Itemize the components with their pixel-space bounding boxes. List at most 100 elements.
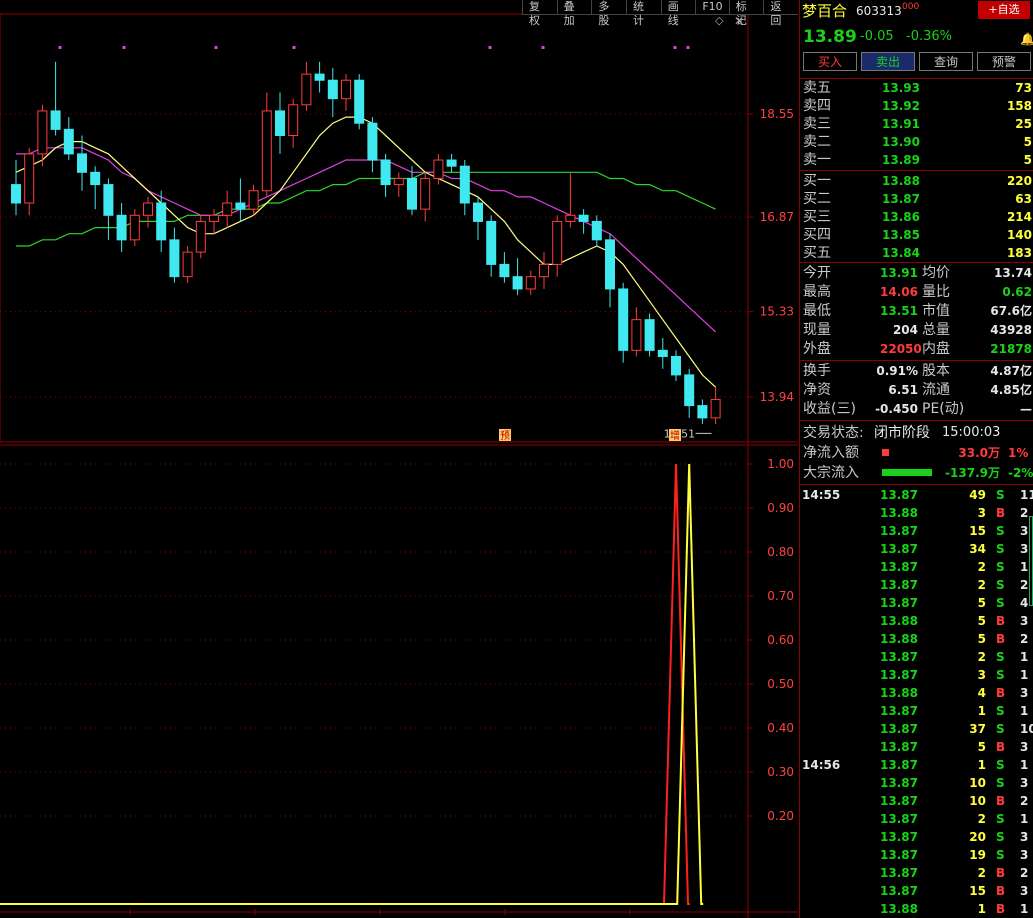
candle[interactable] [24,147,35,216]
candle[interactable] [671,350,681,382]
candle[interactable] [11,160,21,216]
trade-button-3[interactable]: 预警 [977,52,1031,71]
toolbar-button-3[interactable]: 统计 [626,0,661,27]
order-volume: 140 [1006,228,1032,242]
candle[interactable] [710,387,721,425]
candle[interactable] [618,282,629,363]
candle[interactable] [248,184,259,216]
candle[interactable] [565,172,576,228]
candle[interactable] [354,74,365,130]
candle[interactable] [644,313,655,357]
candle[interactable] [486,215,497,277]
diamond-icon[interactable]: ◇ [715,14,723,27]
candle[interactable] [77,135,87,191]
candle[interactable] [90,166,101,210]
candle[interactable] [657,338,668,369]
candle[interactable] [288,98,299,148]
candle[interactable] [327,67,338,118]
candle[interactable] [539,252,549,289]
candle[interactable] [261,92,272,197]
candle[interactable] [301,61,312,111]
candle[interactable] [195,215,206,259]
candle[interactable] [103,178,114,240]
tick-row: 13.87 19 S 3 [800,846,1033,864]
close-icon[interactable]: ✕ [734,14,744,28]
candle[interactable] [143,196,153,228]
tick-row: 13.87 20 S 3 [800,828,1033,846]
candle[interactable] [275,92,285,154]
candle[interactable] [129,209,140,246]
tick-row: 13.87 10 S 3 [800,774,1033,792]
tick-price: 13.87 [880,794,918,808]
fund-flow-bar [882,469,932,476]
tick-side: S [996,524,1005,538]
tick-side: S [996,578,1005,592]
trade-button-2[interactable]: 查询 [919,52,973,71]
bell-icon[interactable]: 🔔 [1020,28,1033,50]
candle[interactable] [209,209,219,234]
stat-value: 14.06 [880,285,918,299]
indicator-axis-label: 0.80 [767,545,794,559]
candle[interactable] [169,227,180,283]
candle[interactable] [684,368,695,418]
candle[interactable] [591,215,602,246]
stock-header: 梦百合 603313 000 +自选 [800,1,1033,21]
toolbar-button-4[interactable]: 画线 [660,0,696,27]
candle[interactable] [499,252,510,283]
tick-volume: 20 [969,830,986,844]
toolbar-button-5[interactable]: F10 [695,0,729,15]
candle[interactable] [420,172,431,222]
tick-price: 13.88 [880,632,918,646]
stat-label: 流通 [922,382,950,398]
candle[interactable] [222,190,233,228]
order-price: 13.88 [882,174,920,188]
stat-value: 204 [892,323,918,337]
candle[interactable] [512,258,523,296]
tick-volume: 15 [969,524,986,538]
kline-chart-svg[interactable]: 18.5516.8715.3313.9413.51预增1.000.900.800… [0,0,798,918]
candle[interactable] [631,307,642,357]
candle[interactable] [367,117,378,173]
trade-button-0[interactable]: 买入 [803,52,857,71]
candle[interactable] [552,215,563,277]
candle[interactable] [393,172,404,197]
order-level-label: 卖五 [803,80,831,96]
tick-price: 13.87 [880,812,918,826]
toolbar-button-2[interactable]: 多股 [591,0,627,27]
tick-side: S [996,488,1005,502]
order-volume: 220 [1006,174,1032,188]
candle[interactable] [525,270,536,296]
indicator-axis-label: 0.40 [767,721,794,735]
candle[interactable] [578,209,589,234]
tick-side: S [996,542,1005,556]
toolbar-button-6[interactable]: 标记 [728,0,764,27]
kline-chart-area[interactable]: 18.5516.8715.3313.9413.51预增1.000.900.800… [0,0,799,918]
tick-count: 2 [1020,866,1029,880]
tick-volume: 5 [977,740,986,754]
stat-value: 43928 [990,323,1032,337]
candle[interactable] [50,61,61,136]
toolbar-button-1[interactable]: 叠加 [556,0,592,27]
candle[interactable] [182,245,193,283]
trade-button-1[interactable]: 卖出 [861,52,915,71]
tick-price: 13.87 [880,650,918,664]
candle[interactable] [697,399,708,425]
candle[interactable] [407,166,417,216]
candle[interactable] [473,196,483,240]
candle[interactable] [235,178,246,222]
candle[interactable] [380,153,391,197]
add-watchlist-button[interactable]: +自选 [978,1,1030,19]
order-price: 13.84 [882,246,920,260]
candle[interactable] [314,61,325,93]
candle[interactable] [341,74,351,111]
candle[interactable] [446,153,457,173]
tick-price: 13.87 [880,704,918,718]
tick-volume: 1 [977,902,986,916]
toolbar-button-7[interactable]: 返回 [763,0,799,27]
tick-count: 3 [1020,542,1029,556]
candle[interactable] [605,233,615,308]
candle[interactable] [116,203,127,253]
candle[interactable] [459,160,470,216]
candle[interactable] [63,117,74,161]
toolbar-button-0[interactable]: 复权 [522,0,557,27]
